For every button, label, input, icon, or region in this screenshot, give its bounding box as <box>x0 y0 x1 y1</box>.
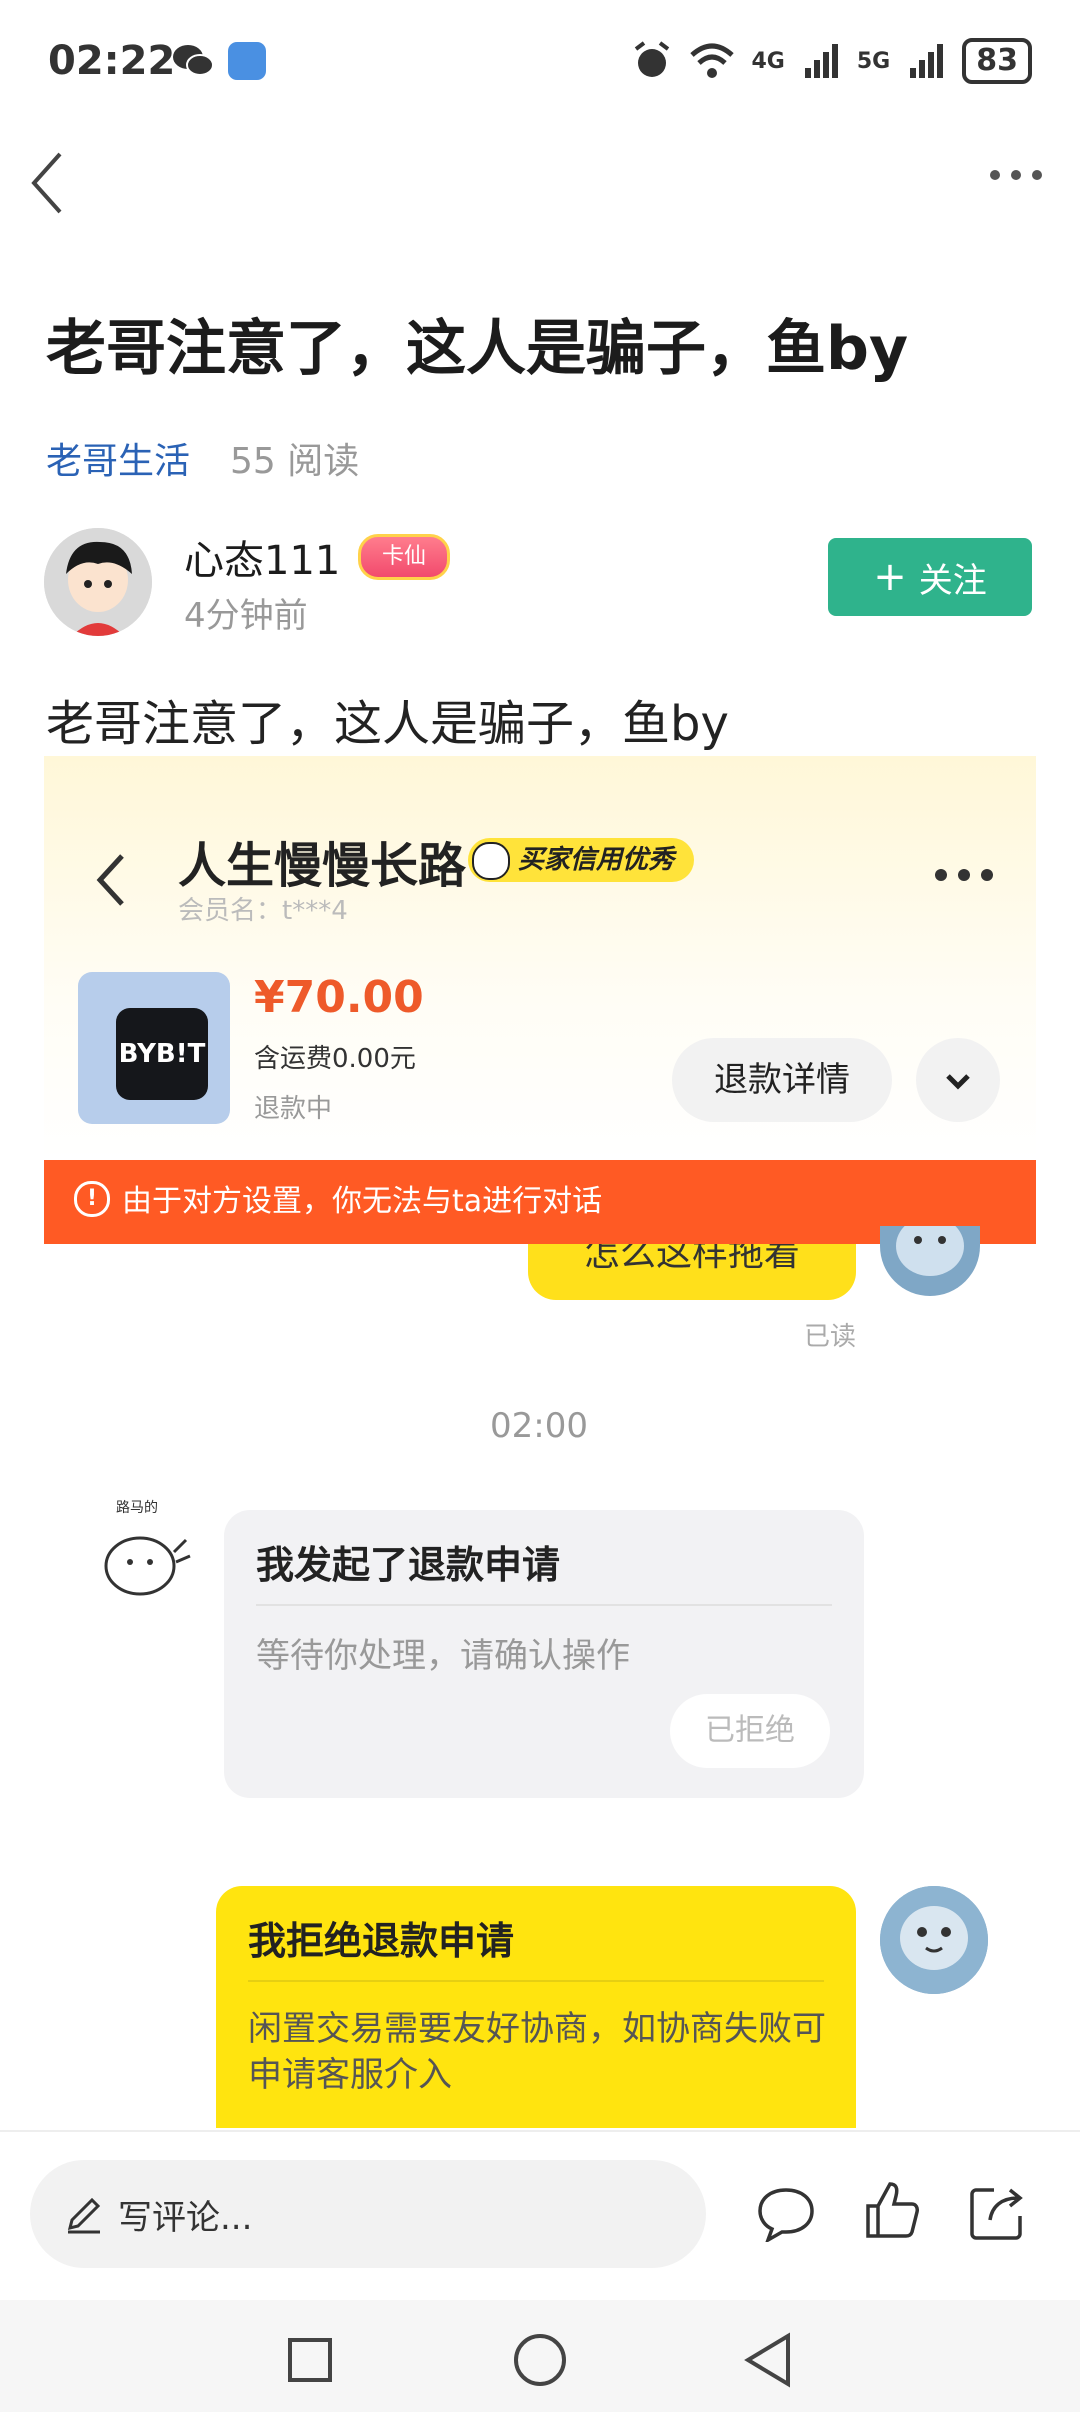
post-title: 老哥注意了，这人是骗子，鱼by <box>46 314 909 384</box>
order-status: 退款中 <box>254 1094 333 1124</box>
channel-link[interactable]: 老哥生活 <box>46 432 190 484</box>
shipping-info: 含运费0.00元 <box>254 1044 416 1074</box>
svg-text:路马的: 路马的 <box>116 1500 158 1516</box>
message-icon <box>228 42 266 80</box>
alarm-icon <box>634 41 669 77</box>
read-receipt: 已读 <box>804 1322 857 1352</box>
member-id: 会员名：t***4 <box>178 896 348 926</box>
comment-input[interactable]: 写评论... <box>30 2160 706 2268</box>
share-icon[interactable] <box>968 2184 1026 2242</box>
rejected-status: 已拒绝 <box>670 1694 830 1768</box>
comment-icon[interactable] <box>756 2186 816 2242</box>
notification-icons <box>172 42 266 80</box>
message-bubble-partial: 怎么这样拖着 <box>528 1244 856 1300</box>
avatar-image <box>44 528 152 636</box>
network-4g-label: 4G <box>751 48 785 74</box>
card-description: 闲置交易需要友好协商，如协商失败可申请客服介入 <box>248 2009 826 2095</box>
seller-avatar: 路马的 <box>104 1500 191 1596</box>
posted-time: 4分钟前 <box>184 596 308 636</box>
screenshot-more-icon <box>935 869 993 881</box>
home-icon[interactable] <box>512 2332 568 2388</box>
refund-detail-button: 退款详情 <box>672 1038 892 1122</box>
card-divider <box>248 1980 824 1982</box>
refund-request-card: 我发起了退款申请 等待你处理，请确认操作 已拒绝 <box>224 1510 864 1798</box>
recent-apps-icon[interactable] <box>286 2336 334 2384</box>
status-time: 02:22 <box>48 38 176 84</box>
seal-avatar-image <box>896 1226 964 1276</box>
status-icons: 4G 5G 83 <box>632 38 1032 84</box>
seal-avatar-image <box>880 1886 988 1994</box>
my-avatar-partial <box>880 1226 980 1296</box>
like-icon[interactable] <box>864 2180 920 2240</box>
bottom-divider <box>0 2130 1080 2132</box>
follow-button[interactable]: + 关注 <box>828 538 1032 616</box>
author-name[interactable]: 心态111 <box>184 528 340 586</box>
reject-refund-card: 我拒绝退款申请 闲置交易需要友好协商，如协商失败可申请客服介入 <box>216 1886 856 2128</box>
system-back-icon[interactable] <box>742 2332 794 2388</box>
read-count: 55 阅读 <box>230 441 360 482</box>
battery-icon: 83 <box>962 38 1032 84</box>
chat-timestamp: 02:00 <box>490 1406 588 1446</box>
my-avatar <box>880 1886 988 1994</box>
card-title: 我拒绝退款申请 <box>248 1919 515 1963</box>
more-icon[interactable] <box>988 168 1044 182</box>
signal-icon <box>804 44 838 78</box>
back-icon[interactable] <box>28 150 68 216</box>
warning-icon: ! <box>74 1181 110 1217</box>
card-title: 我发起了退款申请 <box>256 1543 561 1587</box>
follow-label: 关注 <box>918 560 987 601</box>
seller-name: 人生慢慢长路 <box>178 838 467 894</box>
author-avatar[interactable] <box>44 528 152 636</box>
signal-icon <box>910 44 944 78</box>
pencil-icon <box>67 2197 101 2234</box>
product-thumbnail: BYB!T <box>78 972 230 1124</box>
wifi-icon <box>689 43 734 78</box>
screenshot-back-icon <box>96 854 124 906</box>
card-divider <box>256 1604 832 1606</box>
comment-placeholder: 写评论... <box>118 2197 253 2238</box>
product-logo: BYB!T <box>116 1008 208 1100</box>
author-badge: 卡仙 <box>358 534 450 580</box>
wechat-icon <box>173 45 214 76</box>
embedded-screenshot[interactable]: 人生慢慢长路 买家信用优秀 会员名：t***4 BYB!T ¥70.00 含运费… <box>44 756 1036 2128</box>
post-body: 老哥注意了，这人是骗子，鱼by <box>46 696 729 752</box>
expand-button <box>916 1038 1000 1122</box>
message-text: 怎么这样拖着 <box>583 1244 800 1274</box>
plus-icon: + <box>873 554 907 600</box>
product-price: ¥70.00 <box>254 972 424 1023</box>
network-5g-label: 5G <box>856 48 891 74</box>
chevron-down-icon <box>946 1074 970 1090</box>
card-description: 等待你处理，请确认操作 <box>256 1636 630 1676</box>
credit-face-icon <box>472 842 510 880</box>
